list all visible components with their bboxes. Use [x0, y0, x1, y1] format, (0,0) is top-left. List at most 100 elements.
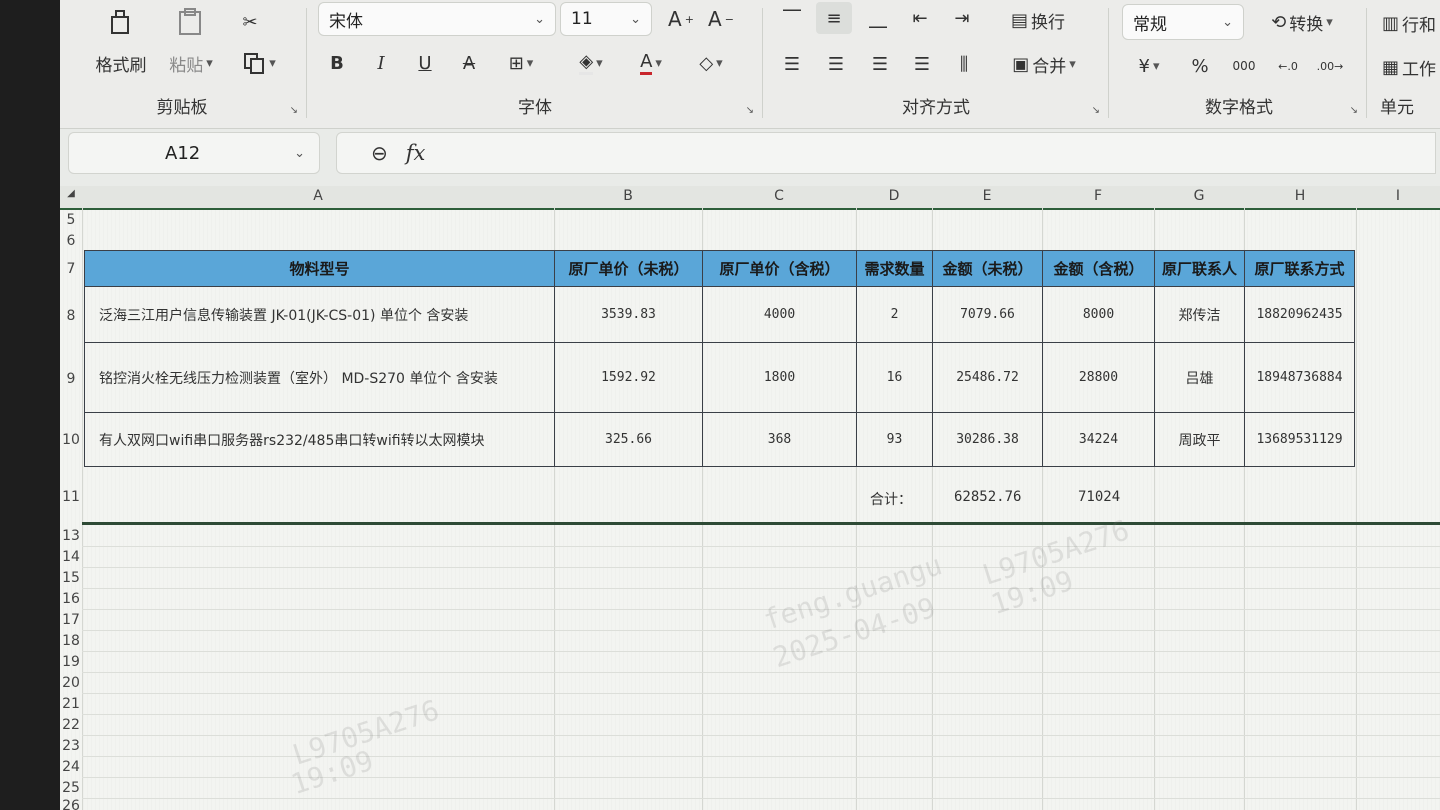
column-header-d[interactable]: D [856, 188, 932, 204]
name-box[interactable]: A12 ⌄ [68, 132, 320, 174]
header-cell[interactable]: 需求数量 [856, 250, 933, 287]
align-right-icon[interactable]: ☰ [864, 48, 896, 80]
row-header[interactable]: 22 [60, 717, 82, 733]
row-header-9[interactable]: 9 [60, 371, 82, 387]
dialog-launcher-icon[interactable]: ↘ [1350, 105, 1358, 116]
table-cell[interactable]: 周政平 [1154, 412, 1245, 467]
table-cell[interactable]: 30286.38 [932, 412, 1043, 467]
font-size-select[interactable]: 11 ⌄ [560, 2, 652, 36]
table-cell[interactable]: 16 [856, 342, 933, 413]
align-middle-icon[interactable]: ≡ [816, 2, 852, 34]
bold-icon[interactable]: B [322, 48, 352, 78]
table-cell[interactable]: 34224 [1042, 412, 1155, 467]
table-cell[interactable]: 8000 [1042, 286, 1155, 343]
format-painter-button[interactable]: 格式刷 [86, 48, 156, 78]
paste-button[interactable]: 粘贴 ▾ [160, 48, 222, 78]
underline-icon[interactable]: U [410, 48, 440, 78]
row-header[interactable]: 21 [60, 696, 82, 712]
column-header-i[interactable]: I [1356, 188, 1440, 204]
header-cell[interactable]: 原厂联系方式 [1244, 250, 1355, 287]
table-cell[interactable]: 2 [856, 286, 933, 343]
row-header[interactable]: 23 [60, 738, 82, 754]
table-cell[interactable]: 93 [856, 412, 933, 467]
increase-font-icon[interactable]: A + [666, 4, 696, 34]
convert-button[interactable]: ⟲ 转换 ▾ [1254, 4, 1350, 40]
align-center-icon[interactable]: ☰ [820, 48, 852, 80]
row-header-5[interactable]: 5 [60, 212, 82, 228]
table-cell[interactable]: 1592.92 [554, 342, 703, 413]
total-taxed[interactable]: 71024 [1078, 489, 1120, 505]
thousands-separator-icon[interactable]: 000 [1226, 50, 1262, 82]
column-header-h[interactable]: H [1244, 188, 1356, 204]
currency-button[interactable]: ¥ ▾ [1124, 50, 1174, 82]
decrease-font-icon[interactable]: A − [706, 4, 736, 34]
row-header[interactable]: 24 [60, 759, 82, 775]
header-cell[interactable]: 金额（未税） [932, 250, 1043, 287]
decrease-decimal-icon[interactable]: .00→ [1312, 50, 1348, 82]
worksheet-button[interactable]: ▦ 工作 [1382, 50, 1440, 84]
table-cell[interactable]: 368 [702, 412, 857, 467]
align-left-icon[interactable]: ☰ [776, 48, 808, 80]
table-cell[interactable]: 3539.83 [554, 286, 703, 343]
row-header[interactable]: 26 [60, 798, 82, 810]
total-untaxed[interactable]: 62852.76 [954, 489, 1021, 505]
formula-bar[interactable]: ⊖ fx [336, 132, 1436, 174]
row-col-button[interactable]: ▥ 行和 [1382, 6, 1440, 40]
sheet-grid[interactable]: ◢ A B C D E F G H I 5 6 7 8 9 10 11 物料型号… [60, 186, 1440, 810]
row-header[interactable]: 20 [60, 675, 82, 691]
font-name-select[interactable]: 宋体 ⌄ [318, 2, 556, 36]
table-cell[interactable]: 18948736884 [1244, 342, 1355, 413]
table-cell[interactable]: 泛海三江用户信息传输装置 JK-01(JK-CS-01) 单位个 含安装 [84, 286, 555, 343]
border-button[interactable]: ⊞ ▾ [496, 48, 546, 78]
row-header[interactable]: 18 [60, 633, 82, 649]
header-cell[interactable]: 原厂联系人 [1154, 250, 1245, 287]
row-header-6[interactable]: 6 [60, 233, 82, 249]
column-header-f[interactable]: F [1042, 188, 1154, 204]
justify-icon[interactable]: ☰ [906, 48, 938, 80]
dialog-launcher-icon[interactable]: ↘ [290, 105, 298, 116]
table-cell[interactable]: 25486.72 [932, 342, 1043, 413]
align-bottom-icon[interactable]: ⎽ [862, 2, 894, 34]
row-header-11[interactable]: 11 [60, 489, 82, 505]
copy-button[interactable]: ▾ [234, 48, 284, 78]
row-header[interactable]: 13 [60, 528, 82, 544]
dialog-launcher-icon[interactable]: ↘ [746, 105, 754, 116]
decrease-indent-icon[interactable]: ⇤ [904, 2, 936, 34]
fx-icon[interactable]: fx [406, 141, 426, 165]
cut-icon[interactable]: ✂ [232, 4, 268, 40]
number-format-select[interactable]: 常规 ⌄ [1122, 4, 1244, 40]
table-cell[interactable]: 有人双网口wifi串口服务器rs232/485串口转wifi转以太网模块 [84, 412, 555, 467]
zoom-search-icon[interactable]: ⊖ [371, 141, 388, 165]
table-cell[interactable]: 郑传洁 [1154, 286, 1245, 343]
row-header-7[interactable]: 7 [60, 261, 82, 277]
wrap-text-button[interactable]: ▤ 换行 [998, 2, 1078, 38]
table-cell[interactable]: 1800 [702, 342, 857, 413]
dialog-launcher-icon[interactable]: ↘ [1092, 105, 1100, 116]
italic-icon[interactable]: I [366, 48, 396, 78]
table-cell[interactable]: 325.66 [554, 412, 703, 467]
header-cell[interactable]: 物料型号 [84, 250, 555, 287]
header-cell[interactable]: 原厂单价（含税） [702, 250, 857, 287]
percent-icon[interactable]: % [1184, 50, 1216, 82]
format-painter-icon[interactable] [100, 4, 140, 40]
table-cell[interactable]: 7079.66 [932, 286, 1043, 343]
merge-button[interactable]: ▣ 合并 ▾ [998, 48, 1090, 80]
row-header[interactable]: 25 [60, 780, 82, 796]
column-header-g[interactable]: G [1154, 188, 1244, 204]
paste-icon[interactable] [172, 4, 208, 40]
row-header[interactable]: 19 [60, 654, 82, 670]
distributed-icon[interactable]: ⫼ [948, 48, 980, 80]
row-header[interactable]: 15 [60, 570, 82, 586]
font-color-button[interactable]: A ▾ [626, 48, 676, 78]
table-cell[interactable]: 铭控消火栓无线压力检测装置（室外） MD-S270 单位个 含安装 [84, 342, 555, 413]
column-header-e[interactable]: E [932, 188, 1042, 204]
clear-format-button[interactable]: ◇ ▾ [686, 48, 736, 78]
fill-color-button[interactable]: ◈ ▾ [566, 48, 616, 78]
row-header[interactable]: 16 [60, 591, 82, 607]
row-header[interactable]: 17 [60, 612, 82, 628]
increase-decimal-icon[interactable]: ←.0 [1270, 50, 1306, 82]
column-header-c[interactable]: C [702, 188, 856, 204]
column-header-a[interactable]: A [82, 188, 554, 204]
header-cell[interactable]: 金额（含税） [1042, 250, 1155, 287]
table-cell[interactable]: 28800 [1042, 342, 1155, 413]
